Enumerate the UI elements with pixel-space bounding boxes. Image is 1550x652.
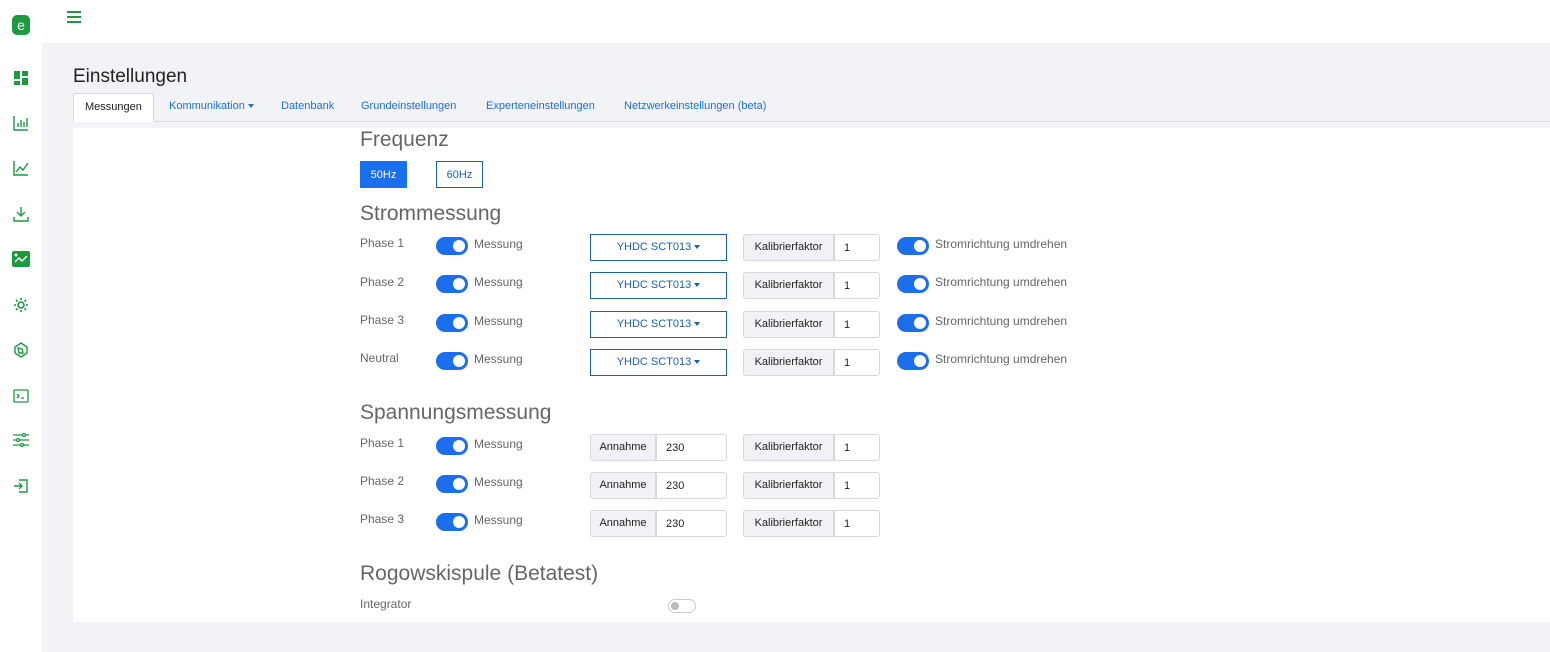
calibration-input[interactable] xyxy=(834,272,880,299)
invert-current-switch[interactable] xyxy=(897,352,929,370)
caret-down-icon xyxy=(694,245,701,250)
invert-current-switch[interactable] xyxy=(897,314,929,332)
assumption-input[interactable] xyxy=(656,434,727,461)
sidebar: e xyxy=(0,0,42,652)
frequency-heading: Frequenz xyxy=(360,128,449,151)
calibration-input[interactable] xyxy=(834,472,880,499)
voltage-measure-switch[interactable] xyxy=(436,437,468,455)
tab-netzwerkeinstellungen[interactable]: Netzwerkeinstellungen (beta) xyxy=(624,93,766,121)
integrator-label: Integrator xyxy=(360,597,412,611)
assumption-input[interactable] xyxy=(656,510,727,537)
voltage-measure-switch[interactable] xyxy=(436,475,468,493)
settings-tabs: Messungen Kommunikation Datenbank Grunde… xyxy=(73,93,1550,122)
energy-flow-icon[interactable] xyxy=(11,249,31,269)
invert-current-switch[interactable] xyxy=(897,275,929,293)
current-row-label: Phase 3 xyxy=(360,313,405,327)
calibration-input[interactable] xyxy=(834,234,880,261)
line-chart-icon[interactable] xyxy=(11,158,31,178)
sensor-value: YHDC SCT013 xyxy=(616,279,692,291)
current-row-label: Phase 2 xyxy=(360,275,405,289)
calibration-addon: Kalibrierfaktor xyxy=(743,234,834,261)
page-title: Einstellungen xyxy=(73,66,188,87)
current-measure-label: Messung xyxy=(474,237,523,251)
current-measure-switch[interactable] xyxy=(436,314,468,332)
freq-60hz-button[interactable]: 60Hz xyxy=(436,161,483,188)
calibration-addon: Kalibrierfaktor xyxy=(743,510,834,537)
tab-grundeinstellungen[interactable]: Grundeinstellungen xyxy=(361,93,456,121)
rogowski-heading: Rogowskispule (Betatest) xyxy=(360,562,599,585)
terminal-icon[interactable] xyxy=(11,386,31,406)
current-row-label: Phase 1 xyxy=(360,236,405,250)
calibration-input[interactable] xyxy=(834,311,880,338)
network-icon[interactable] xyxy=(11,340,31,360)
dashboard-icon[interactable] xyxy=(11,68,31,88)
voltage-row-label: Phase 2 xyxy=(360,474,405,488)
voltage-row-label: Phase 3 xyxy=(360,512,405,526)
tab-datenbank[interactable]: Datenbank xyxy=(281,93,334,121)
sensor-dropdown[interactable]: YHDC SCT013 xyxy=(590,349,727,376)
calibration-addon: Kalibrierfaktor xyxy=(743,472,834,499)
voltage-heading: Spannungsmessung xyxy=(360,401,552,424)
calibration-addon: Kalibrierfaktor xyxy=(743,349,834,376)
calibration-input[interactable] xyxy=(834,434,880,461)
sensor-value: YHDC SCT013 xyxy=(616,241,692,253)
current-row-label: Neutral xyxy=(360,351,399,365)
voltage-measure-label: Messung xyxy=(474,475,523,489)
voltage-measure-label: Messung xyxy=(474,513,523,527)
calibration-addon: Kalibrierfaktor xyxy=(743,311,834,338)
invert-current-label: Stromrichtung umdrehen xyxy=(935,352,1068,366)
sensor-dropdown[interactable]: YHDC SCT013 xyxy=(590,311,727,338)
current-measure-label: Messung xyxy=(474,352,523,366)
invert-current-switch[interactable] xyxy=(897,237,929,255)
current-heading: Strommessung xyxy=(360,202,502,225)
tab-experteneinstellungen[interactable]: Experteneinstellungen xyxy=(486,93,595,121)
sensor-dropdown[interactable]: YHDC SCT013 xyxy=(590,234,727,261)
caret-down-icon xyxy=(247,104,254,109)
caret-down-icon xyxy=(694,322,701,327)
invert-current-label: Stromrichtung umdrehen xyxy=(935,314,1068,328)
app-logo[interactable]: e xyxy=(12,15,30,35)
sensor-value: YHDC SCT013 xyxy=(616,356,692,368)
voltage-row-label: Phase 1 xyxy=(360,436,405,450)
calibration-addon: Kalibrierfaktor xyxy=(743,272,834,299)
tab-kommunikation-label: Kommunikation xyxy=(169,100,245,112)
sensor-dropdown[interactable]: YHDC SCT013 xyxy=(590,272,727,299)
logout-icon[interactable] xyxy=(11,476,31,496)
integrator-switch[interactable] xyxy=(668,599,696,613)
calibration-addon: Kalibrierfaktor xyxy=(743,434,834,461)
download-icon[interactable] xyxy=(11,204,31,224)
assumption-input[interactable] xyxy=(656,472,727,499)
caret-down-icon xyxy=(694,360,701,365)
voltage-measure-switch[interactable] xyxy=(436,513,468,531)
caret-down-icon xyxy=(694,283,701,288)
assumption-addon: Annahme xyxy=(590,472,656,499)
invert-current-label: Stromrichtung umdrehen xyxy=(935,237,1068,251)
assumption-addon: Annahme xyxy=(590,510,656,537)
settings-gear-icon[interactable] xyxy=(11,295,31,315)
sensor-value: YHDC SCT013 xyxy=(616,318,692,330)
current-measure-switch[interactable] xyxy=(436,275,468,293)
calibration-input[interactable] xyxy=(834,349,880,376)
assumption-addon: Annahme xyxy=(590,434,656,461)
tab-kommunikation[interactable]: Kommunikation xyxy=(169,93,254,121)
current-measure-label: Messung xyxy=(474,275,523,289)
tab-messungen[interactable]: Messungen xyxy=(73,93,154,122)
bar-chart-icon[interactable] xyxy=(11,113,31,133)
voltage-measure-label: Messung xyxy=(474,437,523,451)
top-bar xyxy=(42,0,1550,43)
menu-toggle-icon[interactable] xyxy=(67,11,81,23)
invert-current-label: Stromrichtung umdrehen xyxy=(935,275,1068,289)
calibration-input[interactable] xyxy=(834,510,880,537)
sliders-icon[interactable] xyxy=(11,430,31,450)
current-measure-label: Messung xyxy=(474,314,523,328)
freq-50hz-button[interactable]: 50Hz xyxy=(360,161,407,188)
current-measure-switch[interactable] xyxy=(436,352,468,370)
current-measure-switch[interactable] xyxy=(436,237,468,255)
